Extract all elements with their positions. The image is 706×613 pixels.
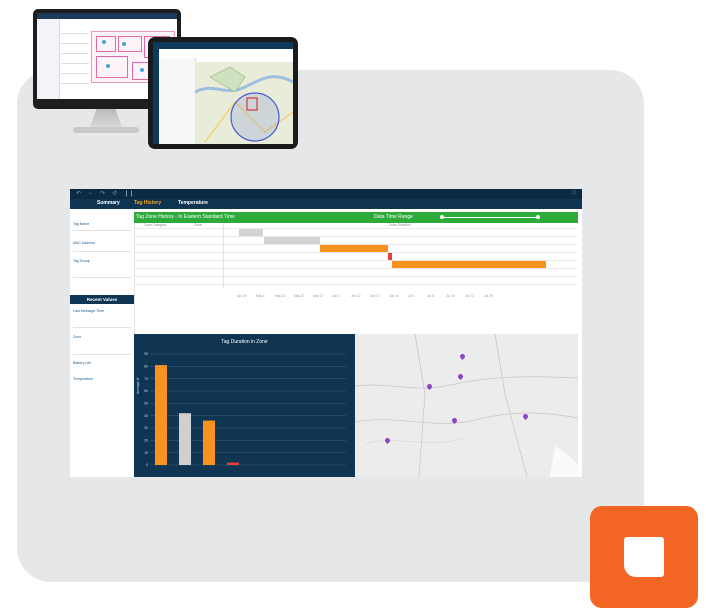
bar[interactable] [179, 413, 191, 465]
redo-icon[interactable]: ↷ [100, 190, 105, 197]
range-handle-start[interactable] [440, 215, 444, 219]
column-header: Zone [194, 223, 202, 227]
gantt-bar[interactable] [239, 229, 263, 236]
axis-tick: Jun 24 [389, 294, 399, 298]
list-item [61, 43, 89, 44]
divider [73, 327, 131, 328]
tab-tag-history[interactable]: Tag History [134, 200, 161, 206]
field-label: Tag Name [73, 222, 90, 226]
bar[interactable] [155, 365, 167, 465]
range-handle-end[interactable] [536, 215, 540, 219]
monitor-base [73, 127, 139, 133]
axis-tick: Jul 29 [484, 294, 493, 298]
tag-name-select[interactable] [73, 230, 131, 231]
axis-tick: Jul 22 [465, 294, 474, 298]
axis-tick: May 13 [275, 294, 286, 298]
field-label: Tag Group [73, 259, 90, 263]
gantt-bar[interactable] [388, 253, 392, 260]
axis-tick: May 27 [313, 294, 324, 298]
gantt-header: Tag Zone History · In Eastern Standard T… [134, 212, 578, 223]
y-tick-label: 50 [144, 402, 148, 406]
y-tick-label: 90 [144, 352, 148, 356]
field-label: Zone [73, 335, 82, 339]
toolbar: ↶ ← ↷ ↺ ❙❙ □ [70, 189, 582, 199]
logo-inner-shape [624, 537, 664, 577]
axis-tick: Jun 10 [351, 294, 361, 298]
axis-tick: Jun 3 [332, 294, 340, 298]
list-item [61, 83, 89, 84]
tablet-screen [153, 42, 293, 144]
table-row [134, 228, 578, 229]
field-label: MAC Address [73, 241, 95, 245]
list-item [61, 73, 89, 74]
divider [223, 223, 224, 289]
bar[interactable] [203, 420, 215, 465]
tag-location-map[interactable] [355, 334, 578, 477]
duration-bar-chart: Tag Duration in Zone Average of 0 10 20 30 4… [134, 334, 355, 477]
back-icon[interactable]: ← [88, 190, 94, 196]
bar-chart-svg: 0 10 20 30 40 50 60 70 80 90 [144, 352, 346, 467]
range-slider[interactable] [440, 217, 540, 218]
axis-tick: May 6 [256, 294, 265, 298]
list-item [61, 53, 89, 54]
y-tick-label: 0 [146, 463, 148, 467]
gantt-bar[interactable] [392, 261, 546, 268]
list-item [61, 63, 89, 64]
axis-tick: Jun 17 [370, 294, 380, 298]
y-tick-label: 10 [144, 451, 148, 455]
undo-icon[interactable]: ↶ [76, 190, 81, 197]
y-tick-label: 30 [144, 426, 148, 430]
reset-icon[interactable]: ↺ [112, 190, 117, 197]
fullscreen-icon[interactable]: □ [572, 190, 576, 196]
y-tick-label: 40 [144, 414, 148, 418]
tab-temperature[interactable]: Temperature [178, 200, 208, 206]
tag-group-field[interactable] [73, 277, 131, 278]
y-tick-label: 60 [144, 389, 148, 393]
pause-icon[interactable]: ❙❙ [124, 190, 134, 197]
field-label: Temperature [73, 377, 94, 381]
gantt-bar[interactable] [320, 245, 388, 252]
table-row [134, 276, 578, 277]
divider [73, 354, 131, 355]
axis-tick: Jul 1 [408, 294, 415, 298]
field-label: Last Message Time [73, 309, 105, 313]
table-row [134, 268, 578, 269]
tablet-map [194, 62, 293, 144]
column-header: Zone Duration [389, 223, 411, 227]
tablet-panel [159, 58, 196, 144]
table-row [134, 252, 578, 253]
tab-bar: Summary Tag History Temperature [70, 199, 582, 209]
axis-tick: Apr 29 [237, 294, 247, 298]
range-label: Data Time Range [374, 214, 413, 220]
gantt-title: Tag Zone History · In Eastern Standard T… [136, 214, 235, 220]
bar[interactable] [227, 462, 239, 465]
axis-tick: May 20 [294, 294, 305, 298]
y-tick-label: 20 [144, 439, 148, 443]
tablet-topbar [153, 42, 293, 49]
list-item [61, 33, 89, 34]
y-tick-label: 70 [144, 377, 148, 381]
tablet-device [148, 37, 298, 149]
zone-history-gantt: Tag Zone History · In Eastern Standard T… [134, 209, 578, 321]
gantt-bar[interactable] [264, 237, 320, 244]
orange-logo-square [590, 506, 698, 608]
mac-address-field[interactable] [73, 251, 131, 252]
axis-tick: Jul 8 [427, 294, 434, 298]
axis-tick: Jul 15 [446, 294, 455, 298]
table-row [134, 236, 578, 237]
tab-summary[interactable]: Summary [97, 200, 120, 206]
column-header: Zone Category [144, 223, 167, 227]
monitor-sidebar [37, 19, 60, 99]
y-tick-label: 80 [144, 365, 148, 369]
table-row [134, 284, 578, 285]
recent-values-header: Recent Values [70, 295, 134, 304]
filter-panel: Tag Name MAC Address Tag Group Recent Va… [70, 209, 135, 477]
field-label: Battery Life [73, 361, 92, 365]
app-window: ↶ ← ↷ ↺ ❙❙ □ Summary Tag History Tempera… [70, 189, 582, 477]
